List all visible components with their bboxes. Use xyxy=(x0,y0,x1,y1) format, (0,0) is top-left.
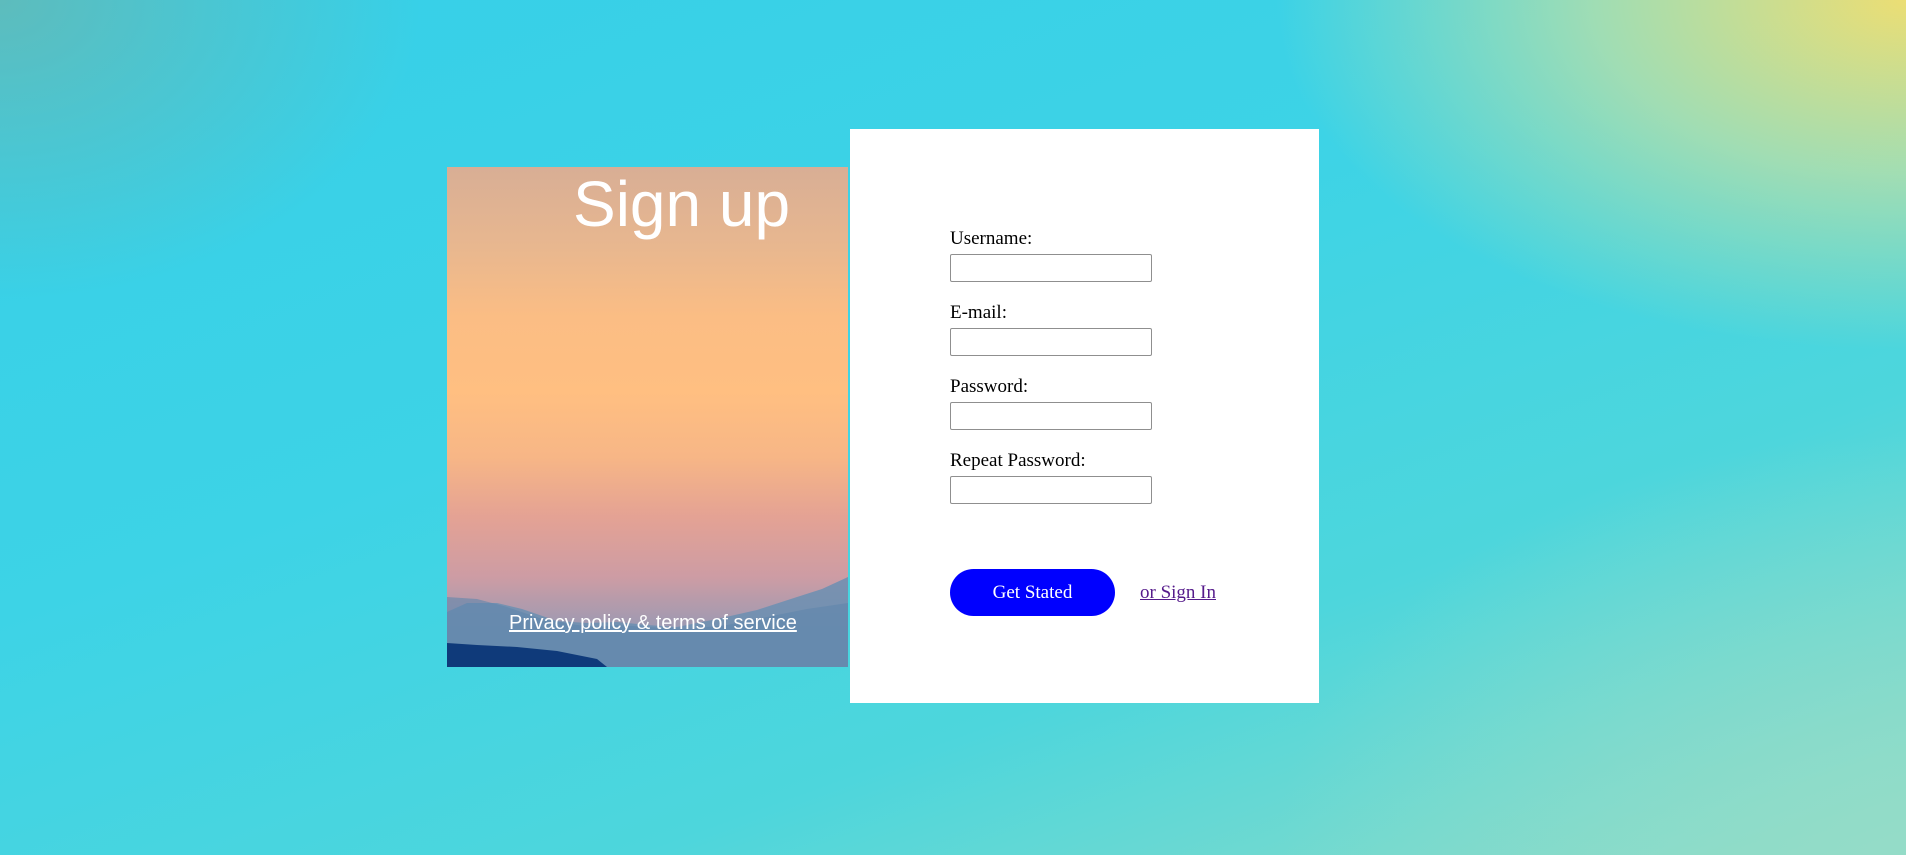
repeat-password-label: Repeat Password: xyxy=(950,450,1086,471)
hero-image-panel: Sign up Privacy policy & terms of servic… xyxy=(447,167,848,667)
email-input[interactable] xyxy=(950,328,1152,356)
repeat-password-field-group: Repeat Password: xyxy=(950,450,1152,504)
username-input[interactable] xyxy=(950,254,1152,282)
sign-in-link[interactable]: or Sign In xyxy=(1140,582,1216,604)
password-input[interactable] xyxy=(950,402,1152,430)
get-started-button[interactable]: Get Stated xyxy=(950,569,1115,616)
username-field-group: Username: xyxy=(950,228,1152,282)
signup-form-panel: Username: E-mail: Password: Repeat Passw… xyxy=(850,129,1319,703)
privacy-policy-link[interactable]: Privacy policy & terms of service xyxy=(509,612,797,635)
form-actions: Get Stated or Sign In xyxy=(950,569,1216,616)
email-label: E-mail: xyxy=(950,302,1007,323)
password-label: Password: xyxy=(950,376,1029,397)
signup-form: Username: E-mail: Password: Repeat Passw… xyxy=(950,228,1152,524)
repeat-password-input[interactable] xyxy=(950,476,1152,504)
username-label: Username: xyxy=(950,228,1033,249)
password-field-group: Password: xyxy=(950,376,1152,430)
email-field-group: E-mail: xyxy=(950,302,1152,356)
page-title: Sign up xyxy=(573,168,791,240)
